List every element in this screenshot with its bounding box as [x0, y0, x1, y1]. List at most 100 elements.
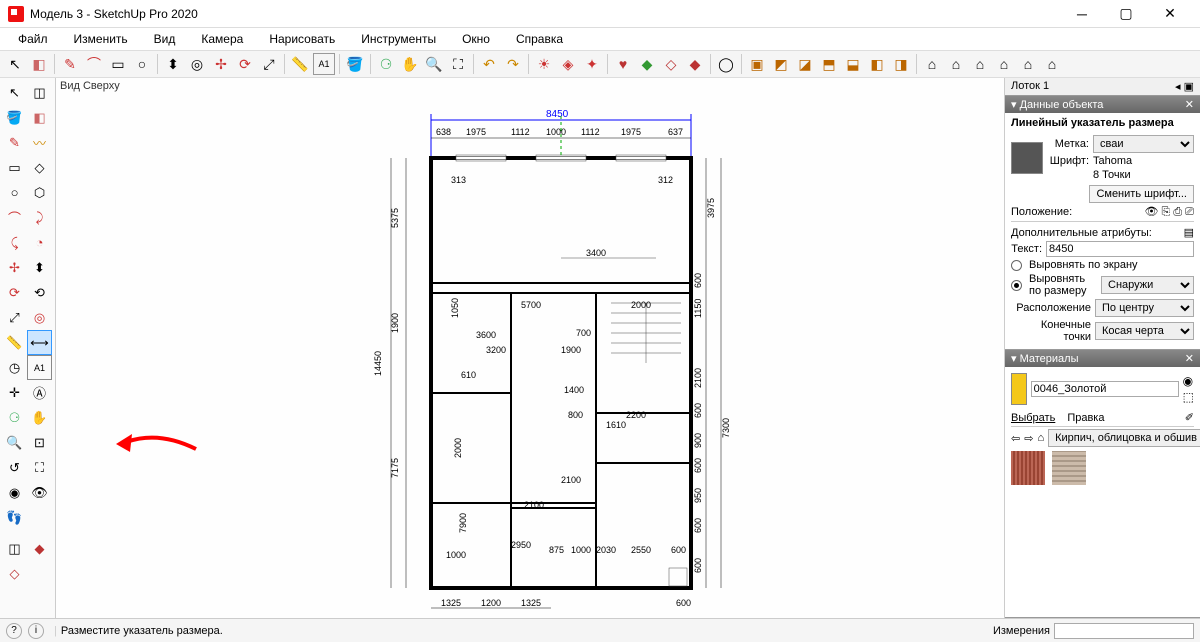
pushpull-tool-icon[interactable]: ⬍	[27, 255, 52, 280]
menu-view[interactable]: Вид	[142, 30, 188, 48]
move-icon[interactable]: ✢	[210, 53, 232, 75]
material-category-select[interactable]: Кирпич, облицовка и обшив	[1048, 429, 1200, 447]
tape-icon[interactable]: 📏	[289, 53, 311, 75]
house6-icon[interactable]: ⌂	[1041, 53, 1063, 75]
circle-icon[interactable]: ○	[131, 53, 153, 75]
circle-tool-icon[interactable]: ○	[2, 180, 27, 205]
menu-tools[interactable]: Инструменты	[349, 30, 448, 48]
pan-tool-icon[interactable]: ✋	[27, 405, 52, 430]
text-tool-icon[interactable]: A1	[27, 355, 52, 380]
tab-edit[interactable]: Правка	[1067, 412, 1104, 424]
zoom-icon[interactable]: 🔍	[423, 53, 445, 75]
arc-icon[interactable]: ⌒	[83, 53, 105, 75]
layout-select[interactable]: По центру	[1095, 299, 1194, 317]
create-material-icon[interactable]: ◉	[1183, 374, 1194, 388]
material-name-input[interactable]	[1031, 381, 1179, 397]
redo-icon[interactable]: ↷	[502, 53, 524, 75]
close-button[interactable]: ✕	[1148, 0, 1192, 28]
align-dim-radio[interactable]	[1011, 280, 1022, 291]
change-font-button[interactable]: Сменить шрифт...	[1089, 185, 1194, 203]
align-select[interactable]: Снаружи	[1101, 276, 1194, 294]
ext-icon[interactable]: ◇	[660, 53, 682, 75]
help-icon[interactable]: ?	[6, 623, 22, 639]
move-tool-icon[interactable]: ✢	[2, 255, 27, 280]
pan-icon[interactable]: ✋	[399, 53, 421, 75]
house1-icon[interactable]: ⌂	[921, 53, 943, 75]
current-material-swatch[interactable]	[1011, 373, 1027, 405]
paint-icon[interactable]: 🪣	[344, 53, 366, 75]
rotrect-tool-icon[interactable]: ◇	[27, 155, 52, 180]
line-tool-icon[interactable]: ✎	[2, 130, 27, 155]
solid6-icon[interactable]: ◧	[866, 53, 888, 75]
prev-tool-icon[interactable]: ↺	[2, 455, 27, 480]
position-tool-icon[interactable]: ◉	[2, 480, 27, 505]
tape-tool-icon[interactable]: 📏	[2, 330, 27, 355]
section-icon[interactable]: ◈	[557, 53, 579, 75]
pencil-icon[interactable]: ✎	[59, 53, 81, 75]
arc-tool-icon[interactable]: ⌒	[2, 205, 27, 230]
menu-draw[interactable]: Нарисовать	[257, 30, 347, 48]
text-icon[interactable]: A1	[313, 53, 335, 75]
solid1-icon[interactable]: ▣	[746, 53, 768, 75]
walk-icon[interactable]: ☀	[533, 53, 555, 75]
material-thumb-2[interactable]	[1052, 451, 1086, 485]
info-icon[interactable]: i	[28, 623, 44, 639]
endpoints-select[interactable]: Косая черта	[1095, 322, 1194, 340]
eraser-icon[interactable]: ◧	[28, 53, 50, 75]
scale-icon[interactable]: ⤢	[258, 53, 280, 75]
rect-icon[interactable]: ▭	[107, 53, 129, 75]
offset-icon[interactable]: ◎	[186, 53, 208, 75]
walk-tool-icon[interactable]: 👣	[2, 505, 27, 530]
section-tool-icon[interactable]: ◫	[2, 536, 27, 561]
3dw-icon[interactable]: ◆	[636, 53, 658, 75]
house3-icon[interactable]: ⌂	[969, 53, 991, 75]
house5-icon[interactable]: ⌂	[1017, 53, 1039, 75]
solid3-icon[interactable]: ◪	[794, 53, 816, 75]
orbit-tool-icon[interactable]: ⚆	[2, 405, 27, 430]
align-screen-radio[interactable]	[1011, 260, 1022, 271]
component-tool-icon[interactable]: ◫	[27, 80, 52, 105]
zoom-tool-icon[interactable]: 🔍	[2, 430, 27, 455]
sandbox2-icon[interactable]: ◇	[2, 561, 27, 586]
pie-tool-icon[interactable]: ◔	[27, 230, 52, 255]
zoom-extents-icon[interactable]: ⛶	[447, 53, 469, 75]
viewport[interactable]: Вид Сверху 8450 638 1975 1112 1000 1112 …	[56, 78, 1005, 618]
layers-icon[interactable]: ◆	[684, 53, 706, 75]
axes-tool-icon[interactable]: ✛	[2, 380, 27, 405]
default-material-icon[interactable]: ⬚	[1183, 390, 1194, 404]
look-tool-icon[interactable]: 👁	[27, 480, 52, 505]
tray-tab[interactable]: Лоток 1◂ ▣	[1005, 78, 1200, 96]
freehand-tool-icon[interactable]: 〰	[27, 130, 52, 155]
arc3-tool-icon[interactable]: ⤹	[2, 230, 27, 255]
pushpull-icon[interactable]: ⬍	[162, 53, 184, 75]
dimension-tool-icon[interactable]: ⟷	[27, 330, 52, 355]
dim-text-input[interactable]	[1046, 241, 1194, 257]
solid5-icon[interactable]: ⬓	[842, 53, 864, 75]
rotate-icon[interactable]: ⟳	[234, 53, 256, 75]
menu-camera[interactable]: Камера	[189, 30, 255, 48]
eyedropper-icon[interactable]: ✐	[1185, 411, 1194, 424]
material-swatch[interactable]	[1011, 142, 1043, 174]
layer-select[interactable]: сваи	[1093, 135, 1194, 153]
measurements-input[interactable]	[1054, 623, 1194, 639]
menu-window[interactable]: Окно	[450, 30, 502, 48]
zoomwin-tool-icon[interactable]: ⊡	[27, 430, 52, 455]
select-tool-icon[interactable]: ↖	[2, 80, 27, 105]
entity-info-header[interactable]: ▾ Данные объекта✕	[1005, 96, 1200, 113]
protractor-tool-icon[interactable]: ◷	[2, 355, 27, 380]
solid7-icon[interactable]: ◨	[890, 53, 912, 75]
eraser-tool-icon[interactable]: ◧	[27, 105, 52, 130]
menu-edit[interactable]: Изменить	[62, 30, 140, 48]
paint-tool-icon[interactable]: 🪣	[2, 105, 27, 130]
offset-tool-icon[interactable]: ◎	[27, 305, 52, 330]
sandbox1-icon[interactable]: ◆	[27, 536, 52, 561]
nav-back-icon[interactable]: ⇦	[1011, 432, 1020, 445]
materials-header[interactable]: ▾ Материалы✕	[1005, 350, 1200, 367]
material-thumb-1[interactable]	[1011, 451, 1045, 485]
profile-icon[interactable]: ◯	[715, 53, 737, 75]
solid2-icon[interactable]: ◩	[770, 53, 792, 75]
location-icon[interactable]: ♥	[612, 53, 634, 75]
scale-tool-icon[interactable]: ⤢	[2, 305, 27, 330]
solid4-icon[interactable]: ⬒	[818, 53, 840, 75]
undo-icon[interactable]: ↶	[478, 53, 500, 75]
